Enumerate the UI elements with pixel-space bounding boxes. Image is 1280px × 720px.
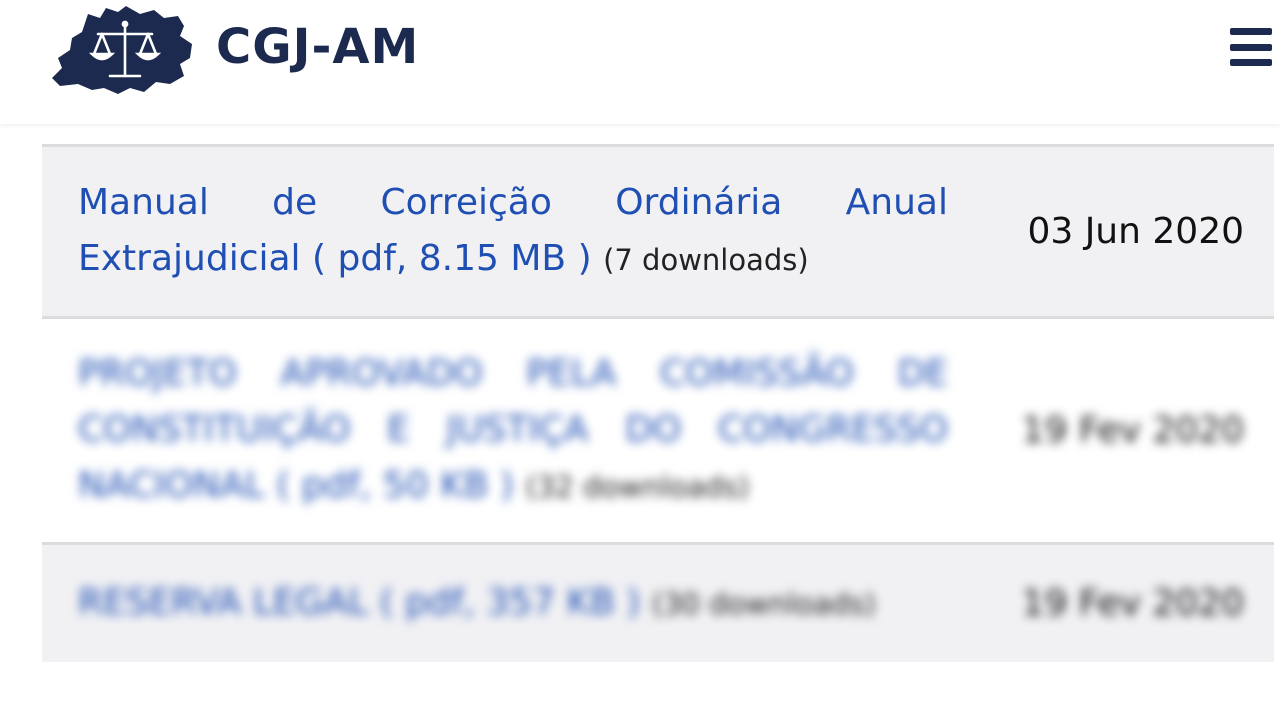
download-count: (30 downloads) (651, 587, 876, 621)
document-link[interactable]: RESERVA LEGAL ( pdf, 357 KB ) (78, 582, 640, 623)
document-entry: RESERVA LEGAL ( pdf, 357 KB ) (30 downlo… (78, 575, 948, 632)
list-item: RESERVA LEGAL ( pdf, 357 KB ) (30 downlo… (42, 542, 1274, 662)
download-count: (7 downloads) (603, 243, 809, 277)
amazonas-map-with-scales-icon (52, 6, 192, 94)
document-entry: Manual de Correição Ordinária Anual Extr… (78, 175, 948, 288)
document-link[interactable]: PROJETO APROVADO PELA COMISSÃO DE CONSTI… (78, 353, 948, 506)
document-title: RESERVA LEGAL (78, 582, 369, 623)
hamburger-menu-icon[interactable] (1230, 28, 1274, 66)
file-info: ( pdf, 50 KB ) (276, 465, 514, 506)
logo-text: CGJ-AM (216, 19, 420, 75)
menu-bar (1230, 43, 1272, 51)
list-item: Manual de Correição Ordinária Anual Extr… (42, 144, 1274, 316)
menu-bar (1230, 59, 1272, 66)
site-logo[interactable]: CGJ-AM (52, 4, 419, 96)
document-entry: PROJETO APROVADO PELA COMISSÃO DE CONSTI… (78, 346, 948, 515)
document-date: 19 Fev 2020 (1021, 583, 1244, 624)
document-list: Manual de Correição Ordinária Anual Extr… (42, 144, 1274, 662)
menu-bar (1230, 28, 1272, 35)
file-info: ( pdf, 357 KB ) (379, 582, 641, 623)
site-header: CGJ-AM (0, 0, 1280, 124)
list-item: PROJETO APROVADO PELA COMISSÃO DE CONSTI… (42, 316, 1274, 542)
document-date: 19 Fev 2020 (1021, 410, 1244, 451)
document-date: 03 Jun 2020 (1027, 211, 1244, 252)
download-count: (32 downloads) (525, 470, 750, 504)
file-info: ( pdf, 8.15 MB ) (312, 238, 592, 279)
document-link[interactable]: Manual de Correição Ordinária Anual Extr… (78, 182, 948, 279)
